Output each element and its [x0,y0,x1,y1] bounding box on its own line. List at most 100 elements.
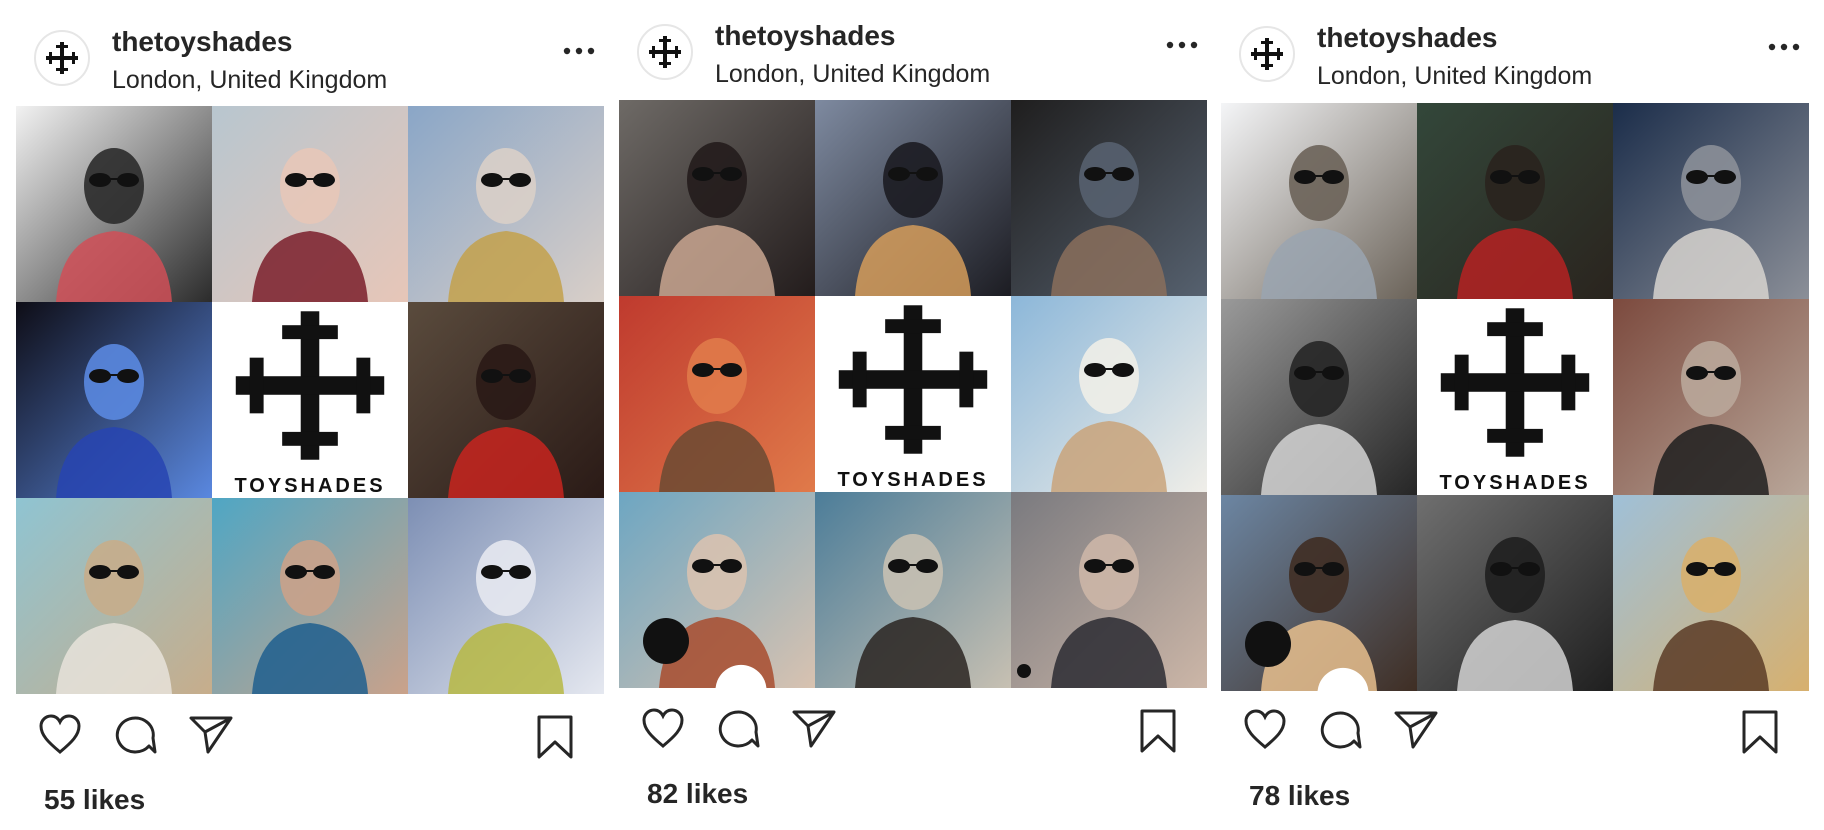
photo-image [815,492,1011,688]
paper-plane-icon[interactable] [791,708,837,750]
photo-tile[interactable] [408,302,604,498]
toyshades-cross-logo [1440,308,1590,457]
photo-image [408,106,604,302]
comment-icon[interactable] [717,708,761,750]
toyshades-cross-logo [235,311,385,460]
brand-logo-tile[interactable]: TOYSHADES [815,296,1011,492]
post-image-grid[interactable]: TOYSHADES [1221,103,1809,691]
post-actions [1221,703,1823,763]
brand-wordmark: TOYSHADES [234,475,386,497]
brand-logo-tile[interactable]: TOYSHADES [1417,299,1613,495]
photo-image [1613,299,1809,495]
photo-image [1011,100,1207,296]
photo-tile[interactable] [1221,495,1417,691]
photo-image [16,106,212,302]
post-actions [16,708,618,768]
photo-image [1011,296,1207,492]
photo-image [16,498,212,694]
more-options-icon[interactable] [562,46,596,56]
username[interactable]: thetoyshades [1317,22,1498,54]
photo-image [1417,495,1613,691]
post-header: thetoyshades London, United Kingdom [619,16,1221,94]
photo-image [212,498,408,694]
photo-tile[interactable] [16,302,212,498]
avatar[interactable] [34,30,90,86]
post-card-3: thetoyshades London, United Kingdom TOYS… [1221,0,1823,830]
photo-tile[interactable] [1613,299,1809,495]
photo-image [212,106,408,302]
photo-image [1613,103,1809,299]
photo-tile[interactable] [212,106,408,302]
photo-image [1221,299,1417,495]
photo-image [815,100,1011,296]
brand-logo-tile[interactable]: TOYSHADES [212,302,408,498]
post-card-2: thetoyshades London, United Kingdom TOYS… [619,0,1221,830]
location[interactable]: London, United Kingdom [1317,62,1592,91]
toyshades-cross-logo [46,42,78,74]
post-image-grid[interactable]: TOYSHADES [619,100,1207,688]
brand-wordmark: TOYSHADES [1439,472,1591,494]
photo-tile[interactable] [815,492,1011,688]
photo-image [408,302,604,498]
comment-icon[interactable] [114,714,158,756]
photo-image [1417,103,1613,299]
post-header: thetoyshades London, United Kingdom [1221,18,1823,96]
more-options-icon[interactable] [1767,42,1801,52]
photo-tile[interactable] [408,106,604,302]
toyshades-cross-logo [649,36,681,68]
photo-image [408,498,604,694]
location[interactable]: London, United Kingdom [715,60,990,89]
photo-tile[interactable] [815,100,1011,296]
photo-tile[interactable] [1011,296,1207,492]
photo-tile[interactable] [212,498,408,694]
avatar[interactable] [637,24,693,80]
user-tag-icon[interactable] [643,618,767,688]
photo-image [1221,103,1417,299]
post-actions [619,702,1221,762]
username[interactable]: thetoyshades [112,26,293,58]
paper-plane-icon[interactable] [188,714,234,756]
bookmark-icon[interactable] [534,714,576,760]
username[interactable]: thetoyshades [715,20,896,52]
photo-tile[interactable] [408,498,604,694]
toyshades-cross-logo [1251,38,1283,70]
photo-image [619,296,815,492]
likes-count[interactable]: 55 likes [44,784,145,816]
photo-tile[interactable] [1011,100,1207,296]
photo-tile[interactable] [1011,492,1207,688]
photo-tile[interactable] [1417,103,1613,299]
heart-icon[interactable] [1243,709,1287,751]
paper-plane-icon[interactable] [1393,709,1439,751]
photo-image [619,100,815,296]
photo-tile[interactable] [1221,103,1417,299]
photo-tile[interactable] [1221,299,1417,495]
photo-image [1011,492,1207,688]
photo-tile[interactable] [1613,495,1809,691]
photo-image [16,302,212,498]
likes-count[interactable]: 82 likes [647,778,748,810]
post-header: thetoyshades London, United Kingdom [16,22,618,100]
bookmark-icon[interactable] [1137,708,1179,754]
post-card-1: thetoyshades London, United Kingdom TOYS… [16,0,618,830]
photo-tile[interactable] [1417,495,1613,691]
photo-tile[interactable] [619,492,815,688]
more-options-icon[interactable] [1165,40,1199,50]
likes-count[interactable]: 78 likes [1249,780,1350,812]
photo-image [1613,495,1809,691]
comment-icon[interactable] [1319,709,1363,751]
post-image-grid[interactable]: TOYSHADES [16,106,604,694]
avatar[interactable] [1239,26,1295,82]
heart-icon[interactable] [38,714,82,756]
bookmark-icon[interactable] [1739,709,1781,755]
photo-tile[interactable] [16,498,212,694]
photo-tile[interactable] [619,296,815,492]
photo-tile[interactable] [16,106,212,302]
heart-icon[interactable] [641,708,685,750]
user-tag-icon[interactable] [1245,621,1369,691]
photo-tile[interactable] [1613,103,1809,299]
photo-tile[interactable] [619,100,815,296]
location[interactable]: London, United Kingdom [112,66,387,95]
toyshades-cross-logo [838,305,988,454]
user-tag-icon[interactable] [1017,664,1031,678]
brand-wordmark: TOYSHADES [837,469,989,491]
